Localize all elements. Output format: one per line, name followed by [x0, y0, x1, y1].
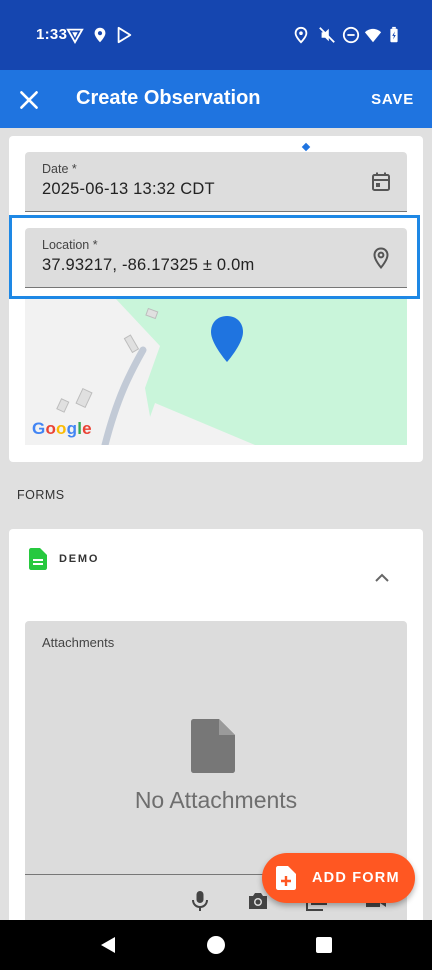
- navigation-bar: [0, 920, 432, 970]
- location-field-highlight: [9, 215, 420, 299]
- save-button[interactable]: SAVE: [371, 91, 414, 108]
- scroll-indicator: [301, 142, 311, 152]
- mute-icon: [319, 27, 335, 43]
- form-name: DEMO: [59, 553, 100, 565]
- date-value: 2025-06-13 13:32 CDT: [42, 180, 215, 198]
- document-icon: [29, 548, 47, 570]
- map-marker-icon[interactable]: [209, 314, 245, 364]
- observation-card: Date * 2025-06-13 13:32 CDT Location * 3…: [9, 136, 423, 462]
- attachments-label: Attachments: [42, 635, 115, 650]
- vpn-icon: [66, 28, 84, 44]
- home-icon[interactable]: [206, 935, 226, 955]
- microphone-icon[interactable]: [188, 889, 212, 913]
- forms-heading: FORMS: [17, 488, 65, 502]
- status-time: 1:33: [36, 26, 68, 43]
- chevron-up-icon[interactable]: [373, 569, 391, 587]
- app-bar: Create Observation SAVE: [0, 70, 432, 128]
- no-attachments-text: No Attachments: [134, 787, 298, 813]
- date-field[interactable]: Date * 2025-06-13 13:32 CDT: [25, 152, 407, 212]
- page-title: Create Observation: [76, 87, 261, 109]
- back-icon[interactable]: [98, 935, 118, 955]
- location-icon: [294, 26, 308, 44]
- status-bar: 1:33: [0, 0, 432, 70]
- recents-icon[interactable]: [314, 935, 334, 955]
- add-form-label: ADD FORM: [312, 870, 400, 886]
- battery-icon: [390, 26, 398, 43]
- google-logo: Google: [32, 419, 92, 438]
- dnd-icon: [342, 26, 360, 44]
- add-form-button[interactable]: ADD FORM: [262, 853, 415, 903]
- add-document-icon: [276, 866, 296, 890]
- calendar-icon[interactable]: [369, 170, 393, 194]
- close-icon[interactable]: [16, 87, 42, 113]
- file-icon: [191, 719, 235, 773]
- play-icon: [117, 26, 132, 44]
- location-map[interactable]: Google: [25, 298, 407, 445]
- wifi-icon: [364, 28, 382, 43]
- location-icon: [94, 27, 106, 43]
- date-label: Date *: [42, 162, 77, 176]
